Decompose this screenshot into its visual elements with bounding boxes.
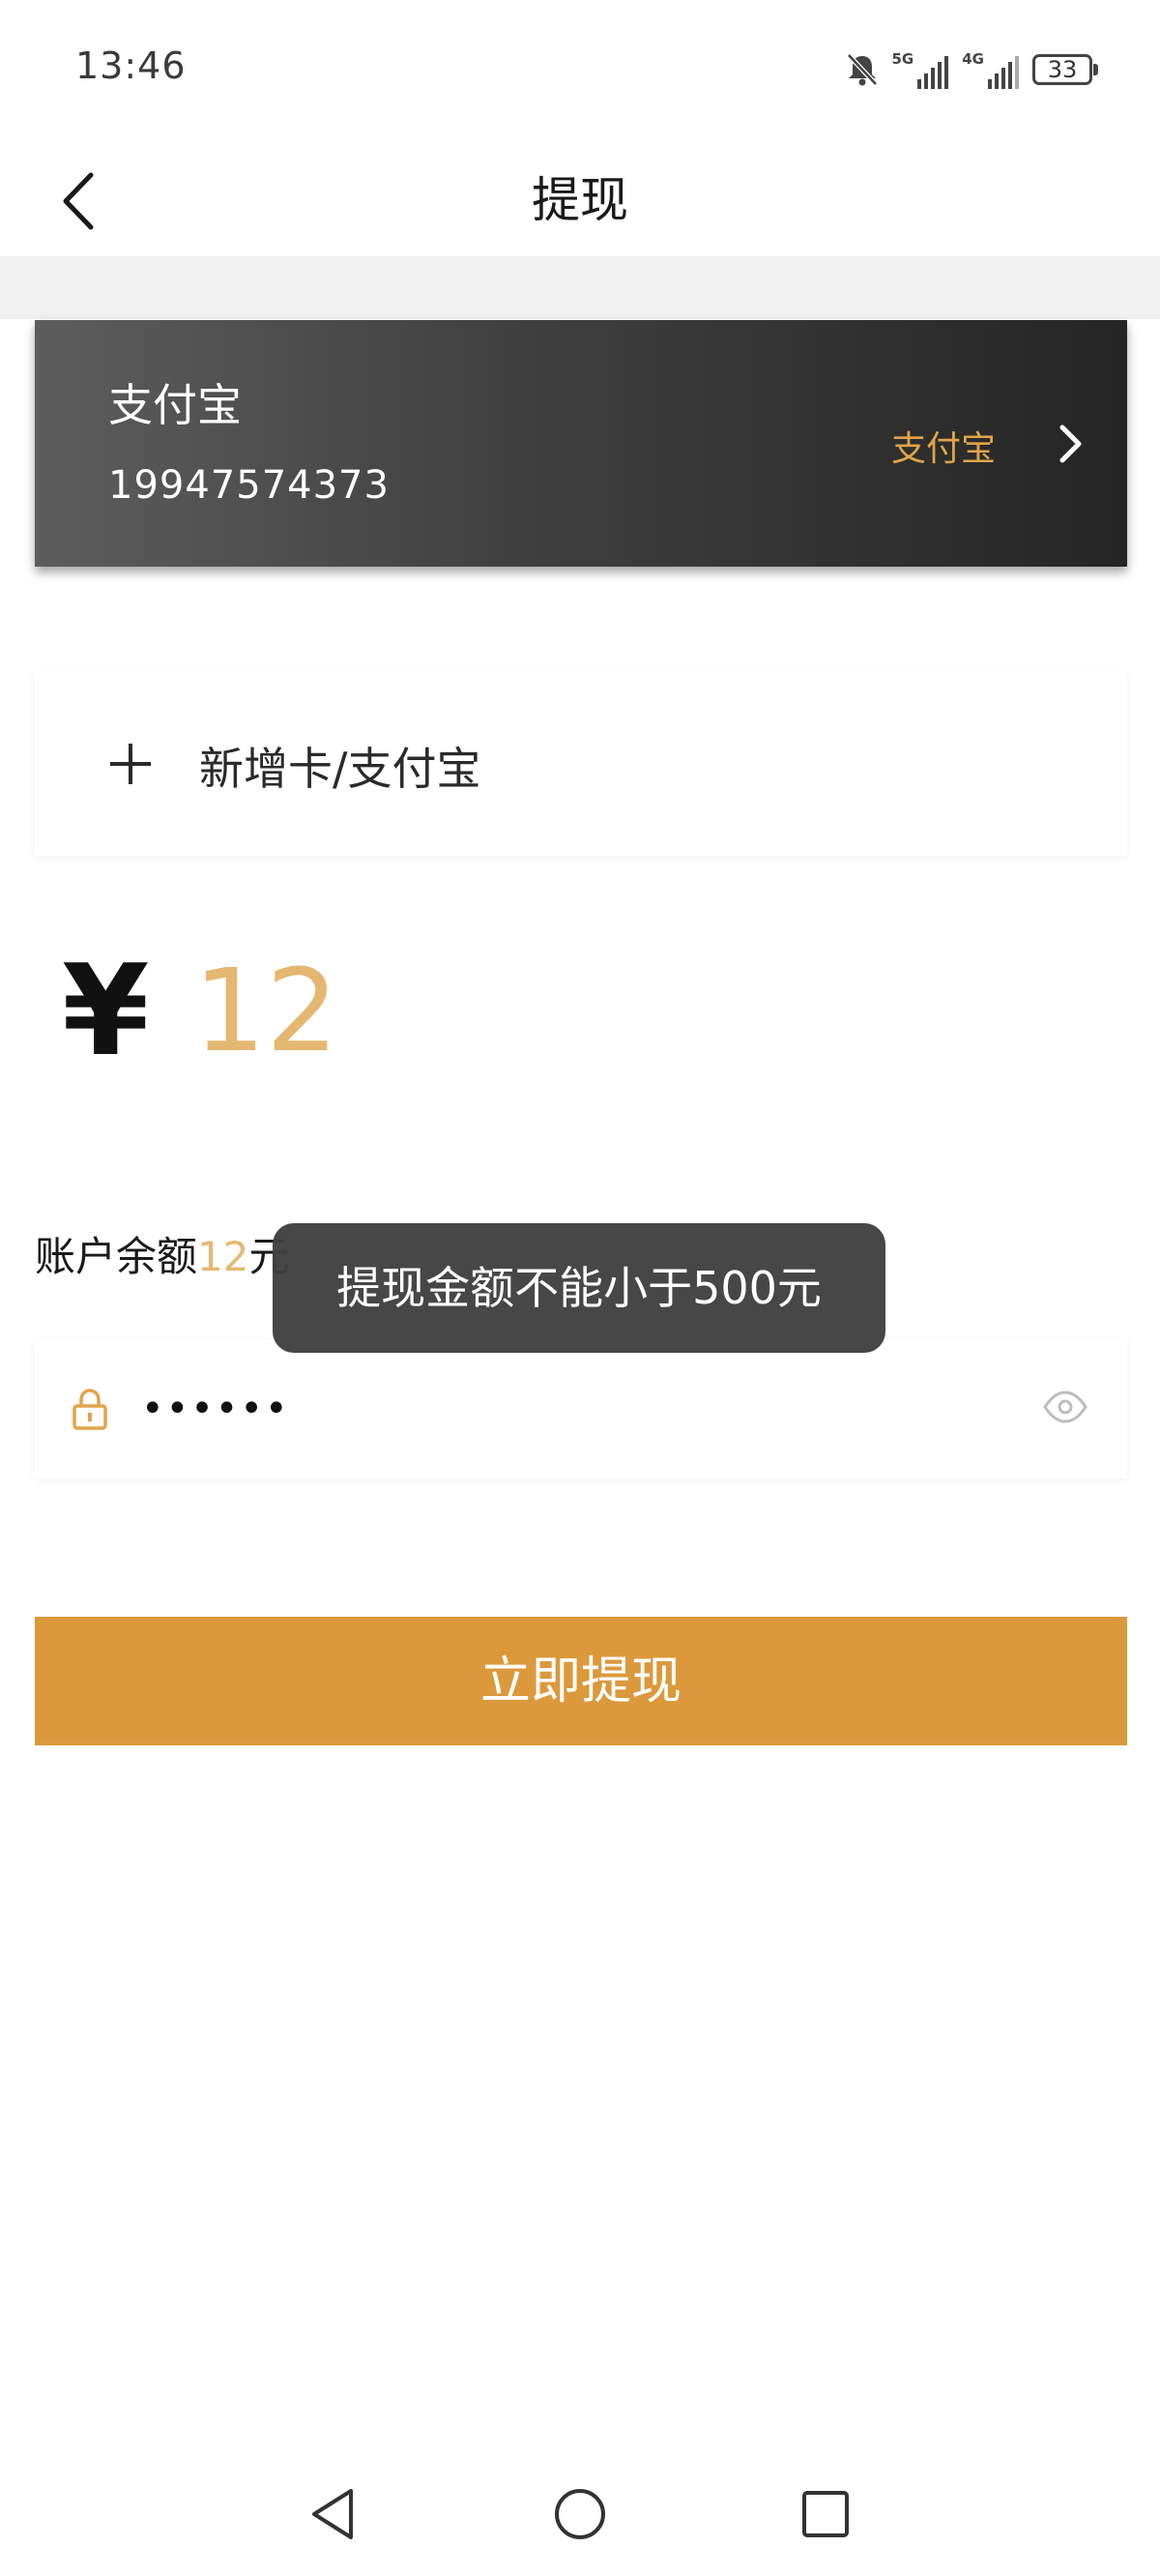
toast-message: 提现金额不能小于500元 (273, 1223, 885, 1353)
home-circle-icon[interactable] (549, 2483, 611, 2545)
amount-row: ¥ (35, 928, 1127, 1093)
amount-input[interactable] (193, 938, 1063, 1083)
chevron-left-icon (63, 172, 94, 230)
add-card-label: 新增卡/支付宝 (199, 743, 481, 795)
password-input[interactable] (141, 1368, 972, 1449)
bell-off-icon (846, 53, 878, 86)
signal-4g-icon: 4G (962, 50, 1019, 89)
currency-symbol: ¥ (62, 937, 150, 1084)
nav-bar: 提现 (0, 145, 1160, 256)
battery-level: 33 (1047, 56, 1078, 83)
status-time: 13:46 (75, 44, 187, 87)
status-bar: 13:46 5G 4G 33 (0, 0, 1160, 145)
back-button[interactable] (39, 162, 116, 240)
chevron-right-icon (1059, 424, 1082, 463)
section-divider (0, 256, 1160, 319)
account-card[interactable]: 支付宝 19947574373 支付宝 (35, 320, 1127, 567)
page-title: 提现 (532, 172, 628, 228)
password-field (35, 1339, 1127, 1478)
withdraw-screen: 13:46 5G 4G 33 提现 支付宝 19947574373 支付宝 新增… (0, 0, 1160, 2576)
plus-icon (110, 744, 151, 784)
balance-line: 账户余额12元 (35, 1224, 289, 1283)
net1-label: 5G (891, 50, 914, 68)
back-triangle-icon[interactable] (303, 2483, 364, 2545)
recents-square-icon[interactable] (795, 2483, 856, 2545)
withdraw-submit-button[interactable]: 立即提现 (35, 1617, 1127, 1745)
lock-icon (72, 1389, 107, 1430)
balance-label: 账户余额 (35, 1233, 198, 1280)
account-number: 19947574373 (108, 463, 390, 508)
account-type-label: 支付宝 (890, 429, 996, 469)
eye-icon[interactable] (1042, 1390, 1088, 1424)
account-name: 支付宝 (108, 379, 242, 431)
net2-label: 4G (962, 50, 984, 68)
add-card-button[interactable]: 新增卡/支付宝 (35, 670, 1127, 856)
status-icons: 5G 4G 33 (846, 46, 1098, 93)
balance-value: 12 (197, 1233, 249, 1280)
signal-5g-icon: 5G (892, 50, 949, 89)
battery-icon: 33 (1032, 54, 1098, 85)
system-nav-bar (0, 2456, 1160, 2576)
